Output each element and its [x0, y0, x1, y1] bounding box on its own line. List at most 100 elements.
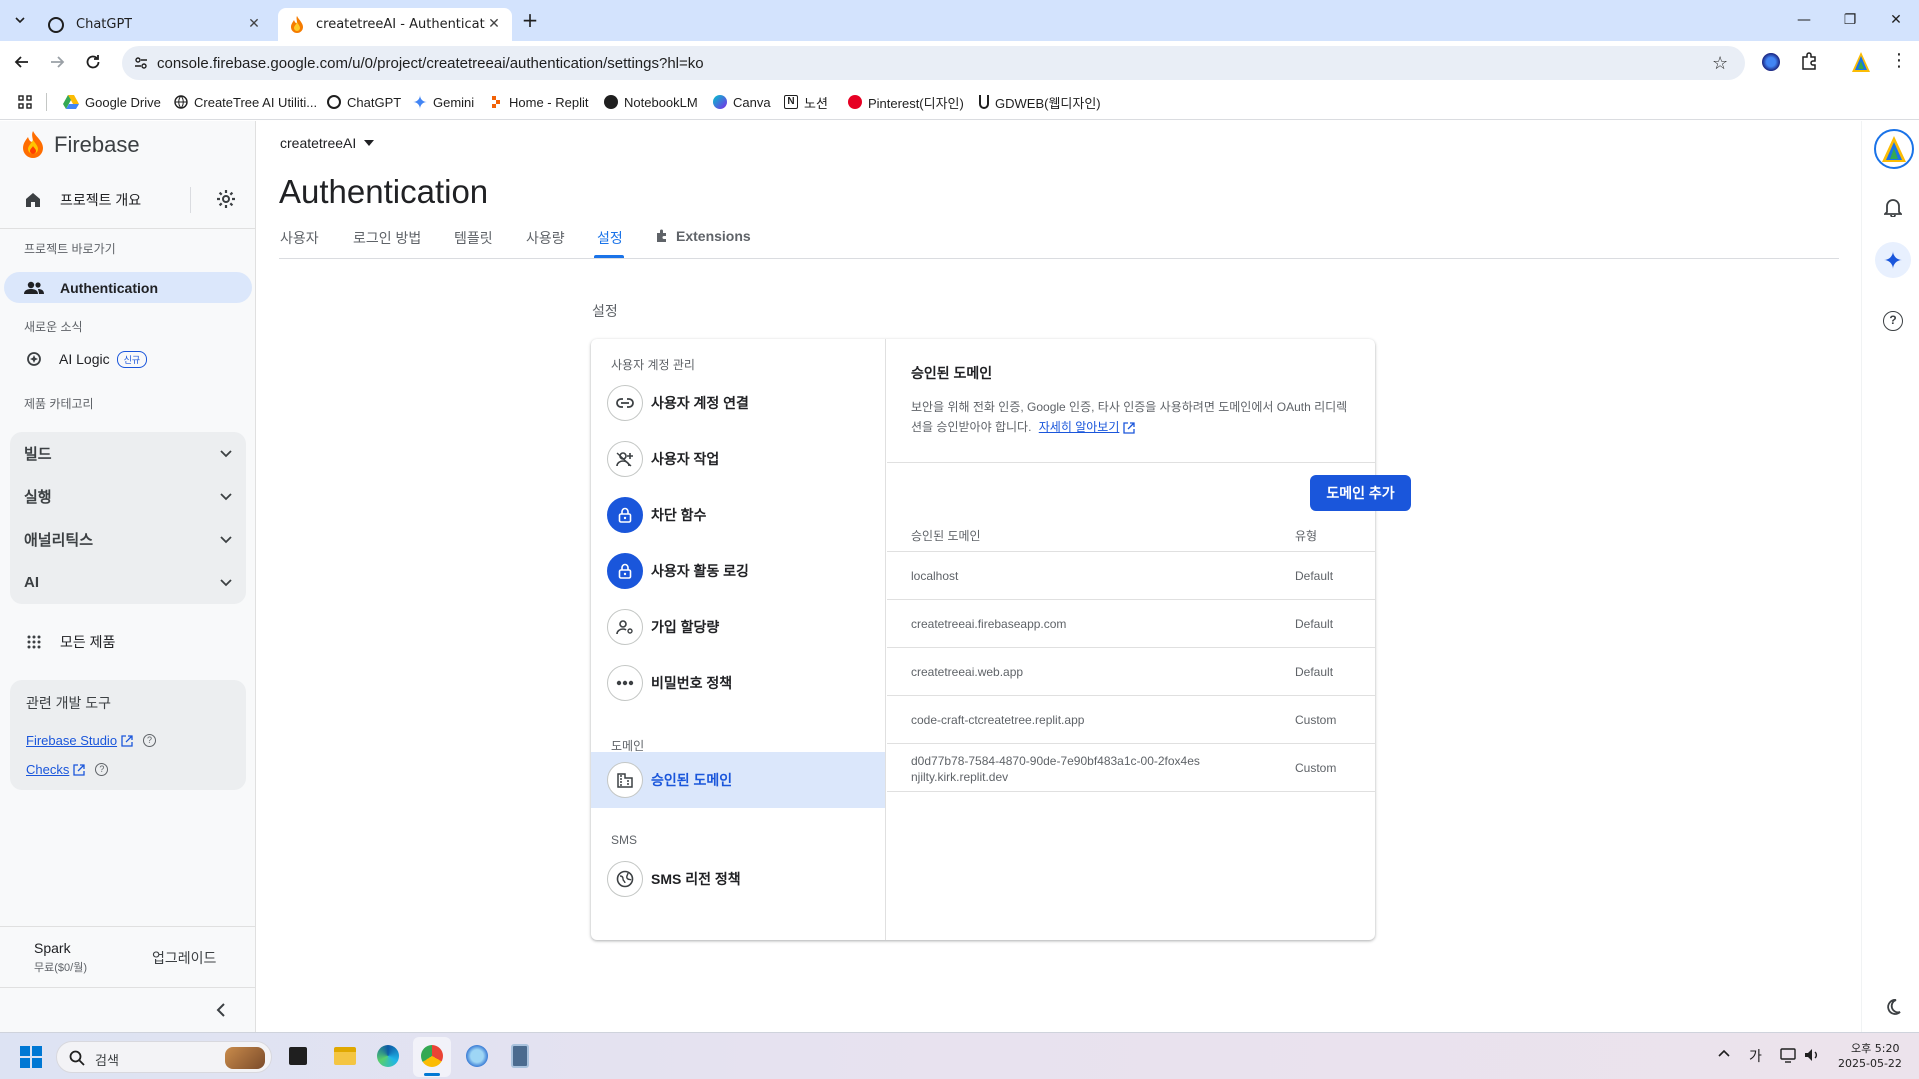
- network-icon[interactable]: [1780, 1047, 1798, 1063]
- browser-tab-firebase[interactable]: createtreeAI - Authentication ✕: [278, 8, 512, 41]
- account-avatar[interactable]: [1874, 129, 1914, 169]
- settings-nav: 사용자 계정 관리 사용자 계정 연결 사용자 작업 차단 함수 사용자 활동 …: [591, 339, 886, 940]
- table-row[interactable]: code-craft-ctcreatetree.replit.app Custo…: [887, 696, 1375, 744]
- chrome-menu-icon[interactable]: ⋮: [1890, 51, 1908, 71]
- upgrade-button[interactable]: 업그레이드: [152, 948, 216, 968]
- all-products-label: 모든 제품: [60, 634, 116, 650]
- bookmark-notebooklm[interactable]: NotebookLM: [604, 84, 698, 120]
- running-indicator: [424, 1073, 440, 1076]
- nav-item-signup-quota[interactable]: 가입 할당량: [591, 599, 885, 655]
- column-header-type[interactable]: 유형: [1295, 527, 1317, 544]
- volume-icon[interactable]: [1804, 1048, 1820, 1062]
- project-overview-link[interactable]: 프로젝트 개요: [24, 186, 141, 214]
- bookmark-star-icon[interactable]: ☆: [1712, 53, 1728, 74]
- tab-templates[interactable]: 템플릿: [454, 228, 493, 248]
- help-icon[interactable]: ?: [143, 734, 157, 747]
- reload-icon[interactable]: [83, 52, 103, 72]
- bookmark-canva[interactable]: Canva: [713, 84, 771, 120]
- nav-item-blocking-functions[interactable]: 차단 함수: [591, 487, 885, 543]
- nav-item-sms-region-policy[interactable]: SMS 리전 정책: [591, 851, 885, 907]
- group-build[interactable]: 빌드: [10, 432, 246, 475]
- bookmark-label: NotebookLM: [624, 94, 698, 110]
- bookmarks-bar: Google Drive CreateTree AI Utiliti... Ch…: [0, 84, 1919, 120]
- close-tab-icon[interactable]: ✕: [486, 16, 502, 32]
- password-icon: [607, 665, 643, 701]
- minimize-icon[interactable]: —: [1792, 8, 1816, 32]
- tab-settings[interactable]: 설정: [597, 228, 623, 248]
- app-icon[interactable]: [466, 1045, 488, 1067]
- firebase-logo[interactable]: Firebase: [22, 131, 140, 159]
- bookmark-createtree-ai[interactable]: CreateTree AI Utiliti...: [174, 84, 317, 120]
- help-icon[interactable]: ?: [1883, 311, 1903, 331]
- sidebar-item-authentication[interactable]: Authentication: [4, 272, 252, 303]
- project-selector[interactable]: createtreeAI: [280, 135, 375, 151]
- close-window-icon[interactable]: ✕: [1884, 8, 1908, 32]
- tab-users[interactable]: 사용자: [280, 228, 319, 248]
- back-icon[interactable]: [12, 52, 32, 72]
- apps-grid-icon[interactable]: [18, 95, 32, 109]
- all-products-link[interactable]: 모든 제품: [27, 630, 115, 654]
- forward-icon[interactable]: [47, 52, 67, 72]
- url-text[interactable]: console.firebase.google.com/u/0/project/…: [157, 55, 704, 72]
- bookmark-replit[interactable]: Home - Replit: [489, 84, 588, 120]
- learn-more-link[interactable]: 자세히 알아보기: [1039, 420, 1120, 434]
- windows-start-icon[interactable]: [20, 1046, 42, 1068]
- site-info-icon[interactable]: [134, 56, 148, 70]
- bookmark-google-drive[interactable]: Google Drive: [63, 84, 161, 120]
- gemini-assistant-button[interactable]: [1875, 242, 1911, 278]
- group-run[interactable]: 실행: [10, 475, 246, 518]
- bookmark-gemini[interactable]: Gemini: [413, 84, 474, 120]
- chrome-browser-icon[interactable]: [421, 1045, 443, 1067]
- main-content: createtreeAI Authentication 사용자 로그인 방법 템…: [257, 121, 1861, 1032]
- bookmark-notion[interactable]: N 노션: [784, 84, 828, 120]
- table-row[interactable]: localhost Default: [887, 552, 1375, 600]
- table-row[interactable]: createtreeai.web.app Default: [887, 648, 1375, 696]
- table-row[interactable]: d0d77b78-7584-4870-90de-7e90bf483a1c-00-…: [887, 744, 1375, 792]
- domain-cell: code-craft-ctcreatetree.replit.app: [911, 713, 1085, 727]
- tab-search-dropdown-icon[interactable]: [8, 8, 32, 32]
- notifications-bell-icon[interactable]: [1884, 197, 1902, 217]
- search-icon: [69, 1050, 85, 1066]
- checks-link[interactable]: Checks ?: [26, 762, 109, 777]
- person-settings-icon: [607, 609, 643, 645]
- collapse-sidebar-icon[interactable]: [216, 1003, 226, 1017]
- nav-item-account-linking[interactable]: 사용자 계정 연결: [591, 375, 885, 431]
- browser-tab-chatgpt[interactable]: ChatGPT ✕: [38, 8, 272, 41]
- file-explorer-icon[interactable]: [334, 1047, 356, 1065]
- table-row[interactable]: createtreeai.firebaseapp.com Default: [887, 600, 1375, 648]
- nav-item-password-policy[interactable]: 비밀번호 정책: [591, 655, 885, 711]
- nav-item-user-actions[interactable]: 사용자 작업: [591, 431, 885, 487]
- profile-avatar-icon[interactable]: [1851, 51, 1871, 73]
- taskbar-search-box[interactable]: 검색: [56, 1041, 272, 1073]
- restore-window-icon[interactable]: ❐: [1838, 8, 1862, 32]
- sidebar-item-ai-logic[interactable]: AI Logic 신규: [25, 347, 148, 371]
- ime-indicator[interactable]: 가: [1749, 1046, 1762, 1066]
- ai-logic-icon: [27, 352, 41, 366]
- home-icon: [26, 193, 40, 207]
- dark-mode-moon-icon[interactable]: [1884, 998, 1902, 1016]
- task-view-icon[interactable]: [289, 1047, 307, 1065]
- tab-extensions[interactable]: Extensions: [655, 228, 751, 244]
- bookmark-pinterest[interactable]: Pinterest(디자인): [848, 84, 964, 120]
- tab-usage[interactable]: 사용량: [526, 228, 565, 248]
- chevron-up-icon[interactable]: [1718, 1049, 1730, 1057]
- bookmark-gdweb[interactable]: GDWEB(웹디자인): [979, 84, 1101, 120]
- group-ai[interactable]: AI: [10, 561, 246, 604]
- new-tab-button[interactable]: +: [518, 8, 542, 32]
- column-header-domain[interactable]: 승인된 도메인: [911, 527, 981, 544]
- settings-gear-icon[interactable]: [216, 189, 236, 209]
- address-bar[interactable]: console.firebase.google.com/u/0/project/…: [122, 46, 1745, 80]
- add-domain-button[interactable]: 도메인 추가: [1310, 475, 1411, 511]
- nav-item-activity-logging[interactable]: 사용자 활동 로깅: [591, 543, 885, 599]
- firebase-studio-link[interactable]: Firebase Studio ?: [26, 733, 157, 748]
- bookmark-chatgpt[interactable]: ChatGPT: [327, 84, 401, 120]
- extension-icon[interactable]: [1762, 53, 1780, 71]
- edge-browser-icon[interactable]: [377, 1045, 399, 1067]
- close-tab-icon[interactable]: ✕: [246, 16, 262, 32]
- group-analytics[interactable]: 애널리틱스: [10, 518, 246, 561]
- tab-sign-in-method[interactable]: 로그인 방법: [353, 228, 421, 248]
- help-icon[interactable]: ?: [95, 763, 109, 776]
- calculator-icon[interactable]: [511, 1044, 529, 1068]
- nav-item-authorized-domains[interactable]: 승인된 도메인: [591, 752, 885, 808]
- extensions-puzzle-icon[interactable]: [1799, 51, 1819, 71]
